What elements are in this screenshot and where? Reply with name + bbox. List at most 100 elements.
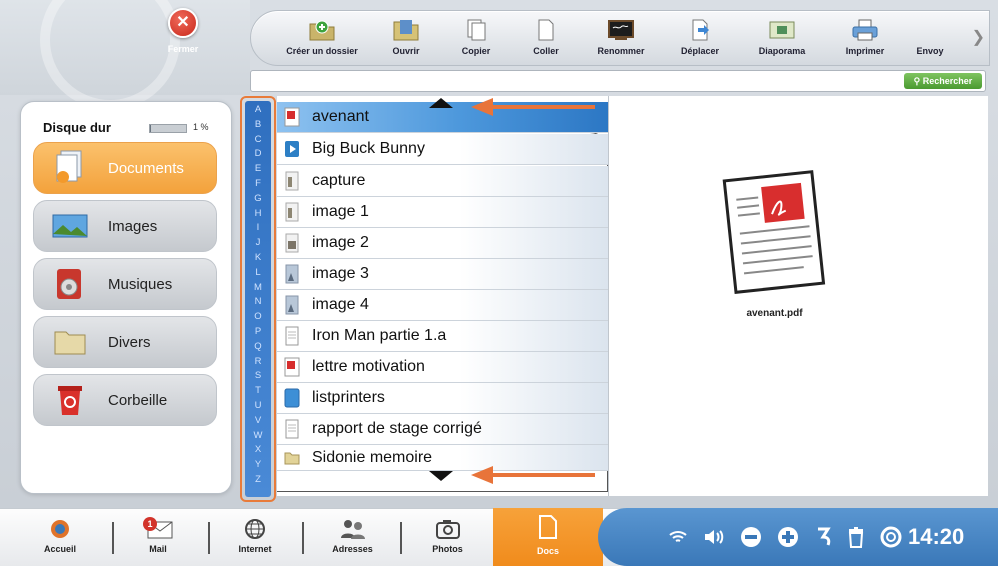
sidebar-item-trash[interactable]: Corbeille [33, 374, 217, 426]
search-button[interactable]: ⚲ Rechercher [904, 73, 982, 89]
open-button[interactable]: Ouvrir [371, 11, 441, 65]
help-icon[interactable] [880, 526, 902, 548]
copy-button[interactable]: Copier [441, 11, 511, 65]
document-icon [284, 326, 300, 346]
taskbar-label: Accueil [43, 544, 76, 554]
alphabet-letter[interactable]: F [255, 177, 261, 192]
music-icon [50, 264, 90, 304]
close-button[interactable]: ✕ Fermer [158, 8, 208, 63]
open-folder-icon [392, 17, 420, 43]
undo-icon[interactable] [814, 527, 832, 547]
close-icon: ✕ [168, 8, 198, 38]
sidebar-item-music[interactable]: Musiques [33, 258, 217, 310]
print-label: Imprimer [845, 46, 885, 56]
taskbar-internet[interactable]: Internet [230, 514, 280, 562]
taskbar-contacts[interactable]: Adresses [325, 514, 380, 562]
taskbar-separator [302, 522, 304, 554]
volume-up-icon[interactable] [777, 526, 799, 548]
volume-down-icon[interactable] [740, 526, 762, 548]
scroll-down-icon[interactable] [429, 471, 453, 481]
alphabet-letter[interactable]: K [255, 251, 261, 266]
annotation-arrow-bottom [471, 466, 595, 484]
move-button[interactable]: Déplacer [661, 11, 739, 65]
pdf-icon [284, 357, 300, 377]
home-icon [40, 514, 80, 544]
alphabet-letter[interactable]: V [255, 414, 261, 429]
docs-icon [493, 508, 603, 546]
video-icon [284, 139, 300, 159]
file-row[interactable]: capture [277, 166, 608, 197]
file-row[interactable]: image 2 [277, 228, 608, 259]
taskbar-label: Adresses [332, 544, 373, 554]
alphabet-letter[interactable]: G [254, 192, 261, 207]
sidebar-item-images[interactable]: Images [33, 200, 217, 252]
alphabet-letter[interactable]: Q [254, 340, 261, 355]
file-name: Iron Man partie 1.a [312, 327, 447, 344]
alphabet-letter[interactable]: T [255, 384, 261, 399]
sidebar-item-misc[interactable]: Divers [33, 316, 217, 368]
scroll-up-icon[interactable] [429, 98, 453, 108]
alphabet-letter[interactable]: Y [255, 458, 261, 473]
sidebar-item-documents[interactable]: Documents [33, 142, 217, 194]
paste-button[interactable]: Coller [511, 11, 581, 65]
alphabet-letter[interactable]: E [255, 162, 261, 177]
taskbar-separator [112, 522, 114, 554]
sidebar-item-label: Divers [108, 333, 151, 351]
alphabet-letter[interactable]: H [255, 207, 262, 222]
globe-icon [230, 514, 280, 544]
file-row[interactable]: rapport de stage corrigé [277, 414, 608, 445]
send-button[interactable]: Envoy [905, 11, 955, 65]
file-row[interactable]: lettre motivation [277, 352, 608, 383]
slideshow-button[interactable]: Diaporama [739, 11, 825, 65]
alphabet-letter[interactable]: B [255, 118, 261, 133]
alphabet-letter[interactable]: N [255, 295, 262, 310]
taskbar-label: Docs [536, 546, 559, 556]
taskbar-docs[interactable]: Docs [493, 508, 603, 566]
alphabet-letter[interactable]: R [255, 355, 262, 370]
file-row[interactable]: image 4 [277, 290, 608, 321]
alphabet-letter[interactable]: W [254, 429, 263, 444]
create-folder-label: Créer un dossier [286, 46, 358, 56]
search-input[interactable] [255, 73, 895, 89]
file-row[interactable]: Iron Man partie 1.a [277, 321, 608, 352]
file-row[interactable]: image 3 [277, 259, 608, 290]
image-icon [284, 295, 300, 315]
toolbar-scroll-right-icon[interactable]: ❯ [972, 27, 985, 47]
alphabet-letter[interactable]: M [254, 281, 262, 296]
alphabet-letter[interactable]: Z [255, 473, 261, 488]
taskbar-mail[interactable]: 1 Mail [138, 514, 178, 562]
file-name: lettre motivation [312, 358, 425, 375]
trash-icon[interactable] [847, 526, 865, 548]
alphabet-letter[interactable]: O [254, 310, 261, 325]
search-icon: ⚲ [913, 76, 921, 86]
wifi-icon[interactable] [668, 529, 688, 545]
taskbar-home[interactable]: Accueil [40, 514, 80, 562]
print-button[interactable]: Imprimer [825, 11, 905, 65]
alphabet-letter[interactable]: C [255, 133, 262, 148]
alphabet-index: A B C D E F G H I J K L M N O P Q R S T … [240, 96, 276, 502]
alphabet-letter[interactable]: L [255, 266, 260, 281]
alphabet-letter[interactable]: U [255, 399, 262, 414]
taskbar-photos[interactable]: Photos [425, 514, 470, 562]
slideshow-icon [768, 17, 796, 43]
contacts-icon [325, 514, 380, 544]
alphabet-letter[interactable]: S [255, 369, 261, 384]
trash-icon [50, 380, 90, 420]
create-folder-button[interactable]: Créer un dossier [273, 11, 371, 65]
file-name: listprinters [312, 389, 385, 406]
rename-button[interactable]: Renommer [581, 11, 661, 65]
file-row[interactable]: listprinters [277, 383, 608, 414]
alphabet-letter[interactable]: J [256, 236, 261, 251]
alphabet-letter[interactable]: A [255, 103, 261, 118]
alphabet-letter[interactable]: X [255, 443, 261, 458]
move-label: Déplacer [680, 46, 720, 56]
file-row[interactable]: image 1 [277, 197, 608, 228]
clock: 14:20 [908, 524, 965, 549]
file-name: avenant [312, 108, 369, 125]
alphabet-letter[interactable]: P [255, 325, 261, 340]
alphabet-letter[interactable]: I [257, 221, 260, 236]
pdf-document-icon[interactable] [722, 168, 827, 298]
alphabet-letter[interactable]: D [255, 147, 262, 162]
volume-icon[interactable] [703, 528, 725, 546]
file-row[interactable]: Big Buck Bunny [277, 134, 608, 165]
